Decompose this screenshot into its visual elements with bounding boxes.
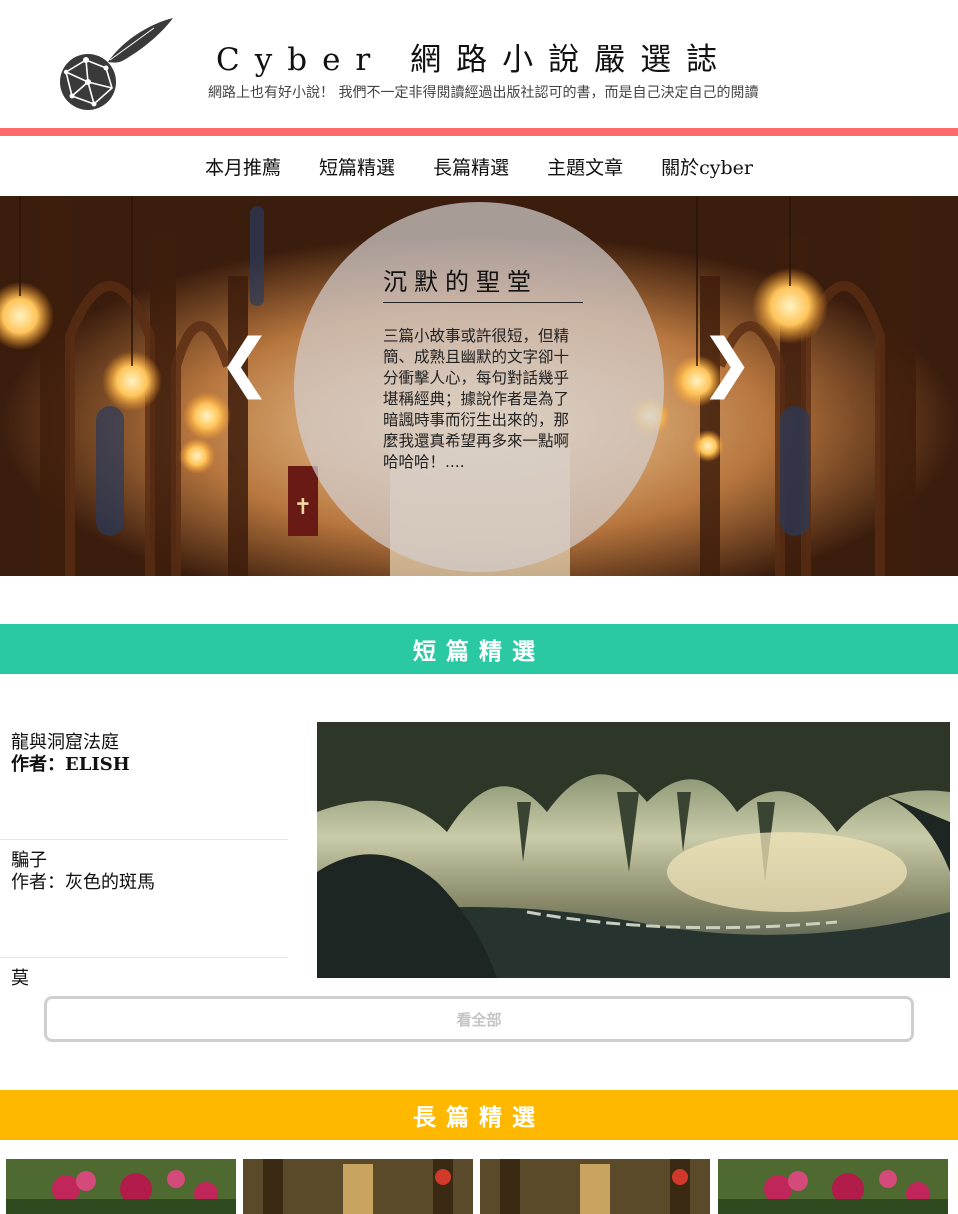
nav-item-monthly[interactable]: 本月推薦 (186, 153, 300, 180)
chevron-right-icon[interactable]: ❯ (700, 331, 754, 395)
hero-title-rule (383, 302, 583, 303)
long-section-heading: 長篇精選 (0, 1090, 958, 1140)
story-title: 騙子 (11, 850, 47, 871)
site-tagline: 網路上也有好小說！ 我們不一定非得閱讀經過出版社認可的書，而是自己決定自己的閱讀 (208, 85, 759, 101)
hero-summary: 三篇小故事或許很短，但精簡、成熟且幽默的文字卻十分衝擊人心，每句對話幾乎堪稱經典… (383, 327, 570, 471)
story-title: 龍與洞窟法庭 (11, 732, 119, 753)
header-divider (0, 128, 958, 136)
long-thumb-hall-2[interactable] (480, 1159, 710, 1214)
cave-image[interactable] (317, 722, 950, 978)
hero-carousel: ✝ 沉默的聖堂 三篇小故事或許很短，但精簡、成熟且幽默的文字卻十分衝擊人心，每句… (0, 196, 958, 576)
list-item[interactable]: 龍與洞窟法庭 作者：ELISH (0, 722, 288, 840)
site-header: Cyber 網路小說嚴選誌 網路上也有好小說！ 我們不一定非得閱讀經過出版社認可… (0, 0, 958, 128)
cave-illustration (317, 722, 950, 978)
hall-image (243, 1159, 473, 1214)
short-story-list: 龍與洞窟法庭 作者：ELISH 騙子 作者：灰色的斑馬 莫 (0, 722, 288, 1007)
quill-globe-logo-icon[interactable] (56, 16, 176, 116)
long-thumb-garden[interactable] (6, 1159, 236, 1214)
long-thumb-hall[interactable] (243, 1159, 473, 1214)
nav-item-articles[interactable]: 主題文章 (528, 153, 642, 180)
hero-title[interactable]: 沉默的聖堂 (383, 262, 538, 297)
story-title: 莫 (11, 968, 29, 989)
svg-text:✝: ✝ (294, 495, 312, 520)
nav-item-long[interactable]: 長篇精選 (414, 153, 528, 180)
chevron-left-icon[interactable]: ❮ (218, 331, 272, 395)
story-author: 作者：灰色的斑馬 (11, 872, 155, 893)
list-item[interactable]: 騙子 作者：灰色的斑馬 (0, 840, 288, 958)
garden-image (6, 1159, 236, 1214)
see-all-button[interactable]: 看全部 (44, 996, 914, 1042)
main-nav: 本月推薦 短篇精選 長篇精選 主題文章 關於cyber (0, 136, 958, 196)
long-thumb-garden-2[interactable] (718, 1159, 948, 1214)
hall-image (480, 1159, 710, 1214)
nav-item-about[interactable]: 關於cyber (642, 153, 772, 180)
short-section-heading: 短篇精選 (0, 624, 958, 674)
story-author: 作者：ELISH (11, 754, 130, 775)
garden-image (718, 1159, 948, 1214)
site-title: Cyber 網路小說嚴選誌 (216, 42, 733, 78)
nav-item-short[interactable]: 短篇精選 (300, 153, 414, 180)
